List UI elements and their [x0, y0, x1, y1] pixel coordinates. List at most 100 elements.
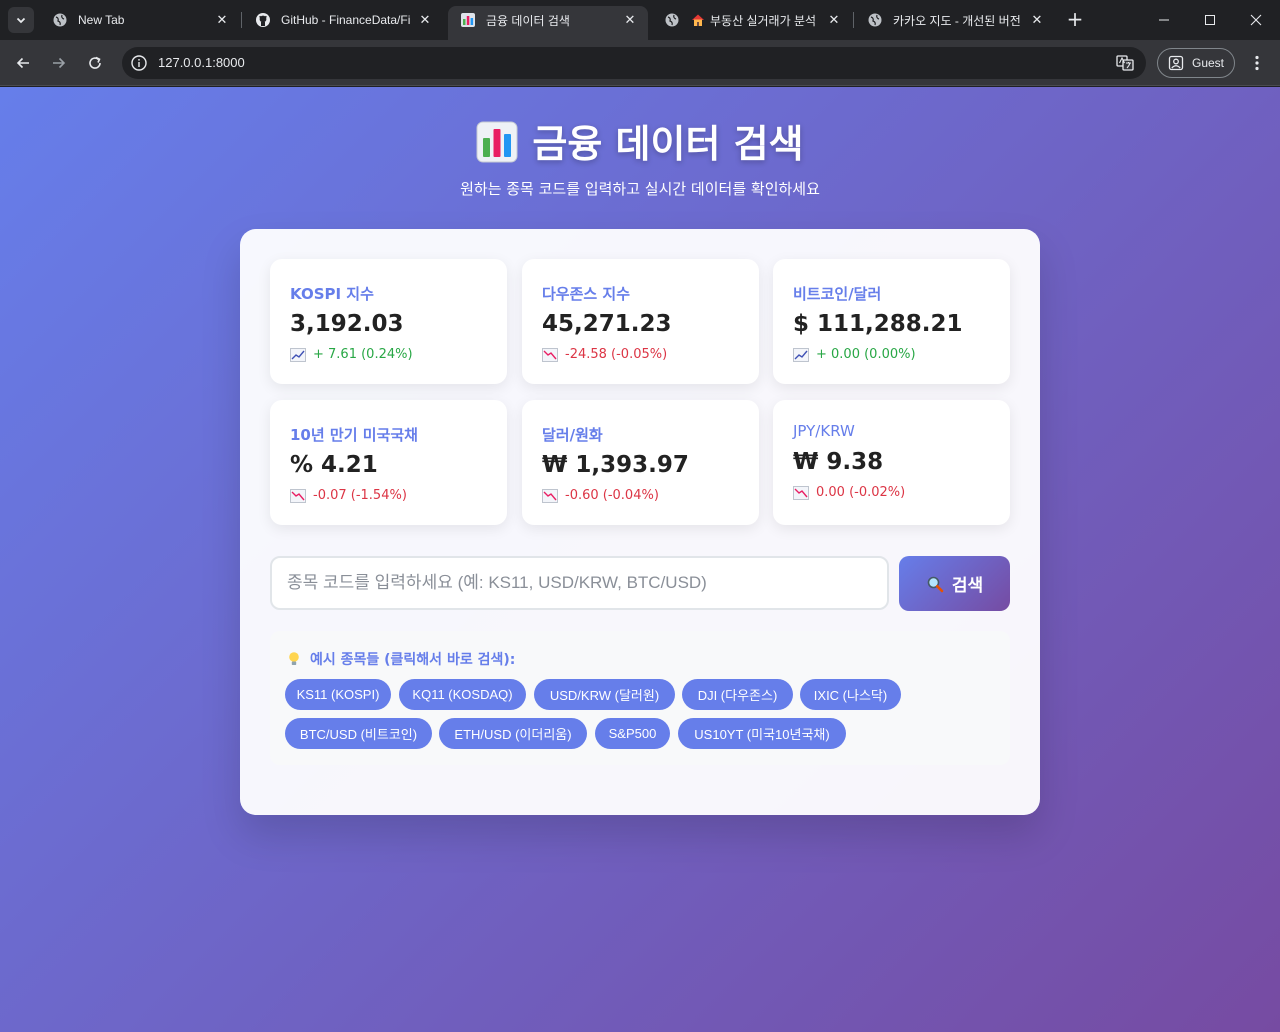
trend-down-icon — [793, 485, 809, 500]
arrow-right-icon — [53, 57, 66, 69]
address-url: 127.0.0.1:8000 — [158, 55, 245, 70]
ticker-change-text: + 7.61 (0.24%) — [313, 347, 413, 362]
tab-real-estate[interactable]: 부동산 실거래가 분석 ✕ — [652, 6, 852, 34]
tab-kakao-map[interactable]: 카카오 지도 - 개선된 버전 ✕ — [855, 6, 1055, 34]
ticker-change: -0.60 (-0.04%) — [542, 488, 659, 503]
minimize-icon — [1159, 19, 1169, 21]
ticker-change-text: + 0.00 (0.00%) — [816, 347, 916, 362]
ticker-search-input[interactable] — [270, 556, 889, 610]
lightbulb-icon — [289, 652, 299, 665]
ticker-label: 다우존스 지수 — [542, 285, 631, 303]
example-chip-us10yt[interactable]: US10YT (미국10년국채) — [678, 718, 846, 749]
tab-divider — [853, 12, 854, 28]
house-icon — [690, 12, 706, 28]
ticker-label: 10년 만기 미국국채 — [290, 426, 418, 444]
ticker-label: KOSPI 지수 — [290, 285, 374, 303]
trend-down-icon — [542, 347, 558, 362]
browser-toolbar: 127.0.0.1:8000 Guest — [0, 40, 1280, 86]
trend-up-icon — [793, 347, 809, 362]
tab-search-button[interactable] — [8, 7, 34, 33]
tab-title: 금융 데이터 검색 — [486, 13, 570, 28]
ticker-change-text: -24.58 (-0.05%) — [565, 347, 668, 362]
ticker-change: -24.58 (-0.05%) — [542, 347, 667, 362]
reload-button[interactable] — [80, 48, 110, 78]
ticker-value: 45,271.23 — [542, 311, 672, 337]
ticker-value: 3,192.03 — [290, 311, 404, 337]
ticker-label: JPY/KRW — [793, 422, 855, 440]
ticker-value: ₩ 1,393.97 — [542, 452, 689, 478]
example-chip-btcusd[interactable]: BTC/USD (비트코인) — [285, 718, 432, 749]
example-chip-sp500[interactable]: S&P500 — [595, 718, 670, 749]
ticker-card-kospi[interactable]: KOSPI 지수 3,192.03 + 7.61 (0.24%) — [270, 259, 507, 384]
ticker-card-us10y[interactable]: 10년 만기 미국국채 % 4.21 -0.07 (-1.54%) — [270, 400, 507, 525]
close-icon[interactable]: ✕ — [1029, 12, 1045, 28]
ticker-change-text: 0.00 (-0.02%) — [816, 485, 906, 500]
translate-icon[interactable] — [1116, 54, 1134, 72]
ticker-change: -0.07 (-1.54%) — [290, 488, 407, 503]
examples-heading-text: 예시 종목들 (클릭해서 바로 검색): — [310, 652, 516, 668]
globe-icon — [52, 12, 68, 28]
example-chip-ixic[interactable]: IXIC (나스닥) — [800, 679, 901, 710]
more-vertical-icon — [1255, 55, 1259, 71]
tab-finance-search[interactable]: 금융 데이터 검색 ✕ — [448, 6, 648, 40]
site-info-icon[interactable] — [130, 54, 148, 72]
example-chip-dji[interactable]: DJI (다우존스) — [682, 679, 793, 710]
close-icon[interactable]: ✕ — [417, 12, 433, 28]
ticker-card-usdkrw[interactable]: 달러/원화 ₩ 1,393.97 -0.60 (-0.04%) — [522, 400, 759, 525]
search-button[interactable]: 검색 — [899, 556, 1010, 611]
ticker-value: ₩ 9.38 — [793, 449, 884, 475]
globe-icon — [664, 12, 680, 28]
browser-menu-button[interactable] — [1247, 53, 1267, 73]
maximize-button[interactable] — [1187, 0, 1233, 40]
profile-button[interactable]: Guest — [1157, 48, 1235, 78]
arrow-left-icon — [16, 57, 29, 69]
back-button[interactable] — [8, 48, 38, 78]
ticker-change: + 7.61 (0.24%) — [290, 347, 413, 362]
close-window-button[interactable] — [1233, 0, 1279, 40]
examples-heading: 예시 종목들 (클릭해서 바로 검색): — [288, 649, 515, 669]
trend-down-icon — [290, 488, 306, 503]
ticker-change-text: -0.60 (-0.04%) — [565, 488, 659, 503]
close-icon[interactable]: ✕ — [622, 12, 638, 28]
magnifier-icon — [927, 576, 944, 592]
page-subtitle: 원하는 종목 코드를 입력하고 실시간 데이터를 확인하세요 — [460, 180, 820, 198]
example-chip-usdkrw[interactable]: USD/KRW (달러원) — [534, 679, 675, 710]
ticker-card-jpykrw[interactable]: JPY/KRW ₩ 9.38 0.00 (-0.02%) — [773, 400, 1010, 525]
ticker-change-text: -0.07 (-1.54%) — [313, 488, 407, 503]
example-chip-kq11[interactable]: KQ11 (KOSDAQ) — [399, 679, 526, 710]
trend-up-icon — [290, 347, 306, 362]
tab-divider — [241, 12, 242, 28]
maximize-icon — [1205, 15, 1215, 25]
ticker-change: 0.00 (-0.02%) — [793, 485, 905, 500]
main-panel: KOSPI 지수 3,192.03 + 7.61 (0.24%) 다우존스 지수… — [240, 229, 1040, 815]
ticker-label: 달러/원화 — [542, 426, 603, 444]
address-bar[interactable]: 127.0.0.1:8000 — [122, 47, 1146, 79]
page-title: 금융 데이터 검색 — [0, 113, 1280, 172]
tab-title: 카카오 지도 - 개선된 버전 — [893, 13, 1021, 28]
example-chip-ethusd[interactable]: ETH/USD (이더리움) — [439, 718, 587, 749]
ticker-label: 비트코인/달러 — [793, 285, 882, 303]
close-icon[interactable]: ✕ — [826, 12, 842, 28]
tab-title: GitHub - FinanceData/FinanceDataReader — [281, 13, 411, 27]
example-tickers-box: 예시 종목들 (클릭해서 바로 검색): KS11 (KOSPI) KQ11 (… — [270, 631, 1010, 765]
github-icon — [255, 12, 271, 28]
ticker-value: % 4.21 — [290, 452, 378, 478]
new-tab-button[interactable]: + — [1064, 9, 1086, 31]
chevron-down-icon — [16, 17, 26, 24]
tab-title: 부동산 실거래가 분석 — [710, 13, 817, 28]
tab-github[interactable]: GitHub - FinanceData/FinanceDataReader ✕ — [243, 6, 443, 34]
trend-down-icon — [542, 488, 558, 503]
ticker-card-dow[interactable]: 다우존스 지수 45,271.23 -24.58 (-0.05%) — [522, 259, 759, 384]
search-button-label: 검색 — [951, 576, 984, 595]
ticker-change: + 0.00 (0.00%) — [793, 347, 916, 362]
bar-chart-icon — [476, 121, 518, 172]
minimize-button[interactable] — [1141, 0, 1187, 40]
tab-new-tab[interactable]: New Tab ✕ — [40, 6, 240, 34]
close-icon[interactable]: ✕ — [214, 12, 230, 28]
profile-label: Guest — [1192, 56, 1225, 70]
forward-button[interactable] — [44, 48, 74, 78]
ticker-card-bitcoin[interactable]: 비트코인/달러 $ 111,288.21 + 0.00 (0.00%) — [773, 259, 1010, 384]
ticker-value: $ 111,288.21 — [793, 311, 963, 337]
example-chip-ks11[interactable]: KS11 (KOSPI) — [285, 679, 391, 710]
globe-icon — [867, 12, 883, 28]
